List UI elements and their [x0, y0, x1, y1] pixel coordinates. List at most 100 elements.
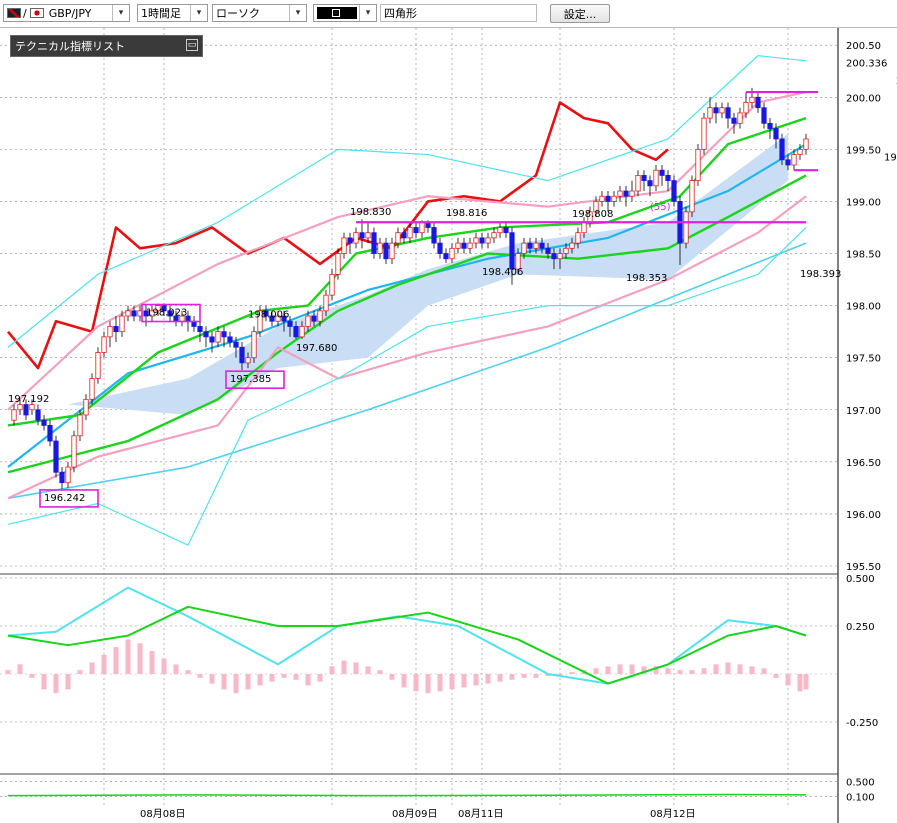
- candle-body: [779, 138, 785, 161]
- macd-histogram-bar: [53, 674, 59, 694]
- y-tick-label: 196.50: [846, 458, 881, 469]
- candle-body: [491, 232, 497, 239]
- technical-indicator-list[interactable]: テクニカル指標リスト ▭: [10, 35, 203, 57]
- candle-body: [707, 107, 713, 119]
- candle-body: [299, 326, 305, 338]
- candle-body: [437, 242, 443, 254]
- candle-body: [713, 107, 719, 114]
- candle-body: [509, 232, 515, 270]
- price-annotation: 196.242: [44, 493, 85, 504]
- candle-body: [233, 341, 239, 348]
- price-annotation: (55): [650, 202, 671, 213]
- candle-body: [665, 175, 671, 182]
- macd-histogram-bar: [269, 674, 275, 682]
- y-tick-label: 197.00: [846, 406, 881, 417]
- macd-histogram-bar: [149, 650, 155, 674]
- candle-body: [59, 471, 65, 484]
- candle-body: [203, 331, 209, 338]
- macd-histogram-bar: [593, 668, 599, 674]
- candle-body: [215, 331, 221, 343]
- y-tick-label: 196.00: [846, 510, 881, 521]
- lower-line-0: [7, 793, 807, 797]
- series-line-sma_green-1: [7, 116, 807, 427]
- candle-body: [467, 242, 473, 249]
- candle-body: [449, 247, 455, 260]
- candle-body: [419, 221, 425, 234]
- candle-body: [287, 320, 293, 327]
- candle-body: [569, 242, 575, 249]
- macd-histogram-bar: [101, 654, 107, 674]
- y-tick-label: 0.500: [846, 574, 875, 585]
- candle-body: [695, 148, 701, 182]
- macd-histogram-bar: [473, 674, 479, 686]
- candle-body: [323, 294, 329, 312]
- candle-body: [245, 357, 251, 364]
- macd-histogram-bar: [713, 664, 719, 674]
- candle-body: [461, 242, 467, 249]
- candle-body: [773, 128, 779, 140]
- y-tick-label: 199.50: [846, 145, 881, 156]
- candle-body: [371, 232, 377, 254]
- macd-histogram-bar: [749, 666, 755, 674]
- macd-panel: [5, 586, 809, 694]
- candle-body: [29, 404, 35, 411]
- candle-body: [557, 253, 563, 260]
- candle-body: [119, 315, 125, 333]
- candle-body: [647, 180, 653, 187]
- y-tick-label: 197.50: [846, 354, 881, 365]
- candle-body: [95, 352, 101, 379]
- candle-body: [431, 227, 437, 244]
- candle-body: [311, 315, 317, 322]
- candle-body: [413, 227, 419, 234]
- macd-histogram-bar: [725, 662, 731, 674]
- collapse-icon[interactable]: ▭: [186, 39, 198, 51]
- macd-histogram-bar: [701, 668, 707, 674]
- macd-histogram-bar: [5, 670, 11, 674]
- y-tick-label: 198.50: [846, 250, 881, 261]
- macd-histogram-bar: [137, 643, 143, 674]
- price-annotation: 198.353: [626, 273, 667, 284]
- macd-histogram-bar: [365, 666, 371, 674]
- price-annotation: 198.830: [350, 207, 391, 218]
- macd-histogram-bar: [161, 658, 167, 674]
- macd-histogram-bar: [173, 664, 179, 674]
- tech-panel-title: テクニカル指標リスト: [15, 40, 125, 53]
- y-tick-label: 200.00: [846, 93, 881, 104]
- candle-body: [503, 227, 509, 234]
- candle-body: [719, 107, 725, 114]
- macd-histogram-bar: [377, 670, 383, 674]
- macd-histogram-bar: [521, 674, 527, 678]
- macd-histogram-bar: [125, 639, 131, 674]
- candle-body: [581, 221, 587, 234]
- macd-histogram-bar: [797, 674, 803, 692]
- candle-body: [563, 247, 569, 254]
- x-tick-label: 08月08日: [140, 808, 185, 820]
- candle-body: [455, 242, 461, 249]
- macd-histogram-bar: [77, 670, 83, 674]
- candle-body: [125, 310, 131, 317]
- candle-body: [749, 96, 755, 103]
- candle-body: [389, 242, 395, 260]
- candle-body: [77, 414, 83, 437]
- macd-histogram-bar: [497, 674, 503, 682]
- candle-body: [533, 242, 539, 249]
- candle-body: [575, 232, 581, 244]
- macd-histogram-bar: [353, 662, 359, 674]
- macd-histogram-bar: [785, 674, 791, 686]
- macd-histogram-bar: [401, 674, 407, 688]
- candle-body: [65, 466, 71, 484]
- price-annotation: 198.406: [482, 267, 523, 278]
- candle-body: [653, 169, 659, 187]
- macd-histogram-bar: [389, 674, 395, 680]
- macd-histogram-bar: [569, 672, 575, 674]
- candle-body: [17, 404, 23, 411]
- candle-body: [623, 190, 629, 197]
- candle-body: [611, 195, 617, 202]
- candle-body: [251, 331, 257, 359]
- candle-body: [443, 253, 449, 260]
- candle-body: [617, 190, 623, 197]
- price-axis: 200.50 200.336 200.00 199.50 199.00 198.50 198…: [846, 41, 887, 803]
- candle-body: [209, 336, 215, 343]
- macd-histogram-bar: [317, 674, 323, 682]
- macd-histogram-bar: [677, 670, 683, 674]
